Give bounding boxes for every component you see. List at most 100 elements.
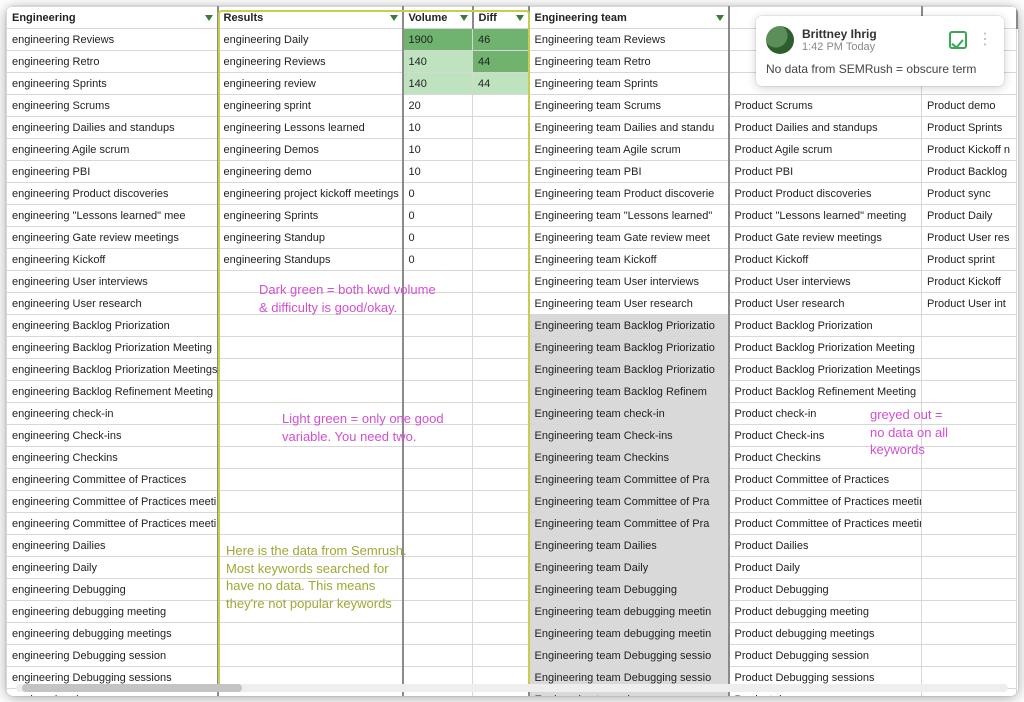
cell[interactable] xyxy=(473,601,529,623)
cell[interactable]: Engineering team Gate review meet xyxy=(529,227,729,249)
cell[interactable]: Product Committee of Practices meetings xyxy=(729,513,922,535)
cell[interactable] xyxy=(473,95,529,117)
cell[interactable]: Engineering team User interviews xyxy=(529,271,729,293)
cell[interactable]: Engineering team Dailies and standu xyxy=(529,117,729,139)
cell[interactable]: 0 xyxy=(403,249,473,271)
cell[interactable]: engineering Retro xyxy=(7,51,218,73)
table-row[interactable]: engineering check-inEngineering team che… xyxy=(7,403,1017,425)
cell[interactable] xyxy=(403,491,473,513)
cell[interactable]: Product "Lessons learned" meeting xyxy=(729,205,922,227)
cell[interactable]: Product Backlog Priorization Meetings xyxy=(729,359,922,381)
table-row[interactable]: engineering Kickoffengineering Standups0… xyxy=(7,249,1017,271)
cell[interactable]: Product Committee of Practices meeting xyxy=(729,491,922,513)
cell[interactable] xyxy=(922,337,1017,359)
filter-icon[interactable] xyxy=(205,15,213,21)
cell[interactable]: 0 xyxy=(403,205,473,227)
cell[interactable]: Product Product discoveries xyxy=(729,183,922,205)
cell[interactable] xyxy=(922,403,1017,425)
cell[interactable] xyxy=(473,161,529,183)
cell[interactable]: engineering Backlog Priorization Meeting xyxy=(7,337,218,359)
cell[interactable]: Engineering team Daily xyxy=(529,557,729,579)
cell[interactable] xyxy=(922,381,1017,403)
cell[interactable]: Product Daily xyxy=(922,205,1017,227)
cell[interactable]: engineering Debugging xyxy=(7,579,218,601)
cell[interactable]: Product Debugging session xyxy=(729,645,922,667)
cell[interactable]: Engineering team Dailies xyxy=(529,535,729,557)
cell[interactable]: engineering check-in xyxy=(7,403,218,425)
cell[interactable]: Product debugging meetings xyxy=(729,623,922,645)
cell[interactable]: Engineering team Reviews xyxy=(529,29,729,51)
table-row[interactable]: engineering DailyEngineering team DailyP… xyxy=(7,557,1017,579)
cell[interactable] xyxy=(922,315,1017,337)
cell[interactable] xyxy=(218,469,403,491)
comment-card[interactable]: Brittney Ihrig 1:42 PM Today ⋮ No data f… xyxy=(756,16,1004,86)
cell[interactable] xyxy=(473,139,529,161)
cell[interactable]: engineering Checkins xyxy=(7,447,218,469)
cell[interactable]: engineering Demos xyxy=(218,139,403,161)
cell[interactable] xyxy=(218,293,403,315)
cell[interactable] xyxy=(473,227,529,249)
cell[interactable] xyxy=(922,535,1017,557)
cell[interactable] xyxy=(403,403,473,425)
cell[interactable]: Product User interviews xyxy=(729,271,922,293)
cell[interactable]: Product demo xyxy=(922,95,1017,117)
cell[interactable]: Engineering team Backlog Priorizatio xyxy=(529,315,729,337)
cell[interactable]: Engineering team User research xyxy=(529,293,729,315)
cell[interactable]: engineering Reviews xyxy=(7,29,218,51)
cell[interactable]: Product User research xyxy=(729,293,922,315)
cell[interactable]: engineering Committee of Practices meeti… xyxy=(7,491,218,513)
cell[interactable]: engineering Sprints xyxy=(7,73,218,95)
cell[interactable]: engineering Dailies and standups xyxy=(7,117,218,139)
cell[interactable] xyxy=(218,447,403,469)
cell[interactable] xyxy=(218,623,403,645)
cell[interactable]: engineering Backlog Priorization xyxy=(7,315,218,337)
cell[interactable]: Product User res xyxy=(922,227,1017,249)
cell[interactable]: Product Dailies xyxy=(729,535,922,557)
cell[interactable] xyxy=(218,359,403,381)
cell[interactable]: engineering Check-ins xyxy=(7,425,218,447)
cell[interactable] xyxy=(218,271,403,293)
cell[interactable]: engineering User research xyxy=(7,293,218,315)
table-row[interactable]: engineering debugging meetingsEngineerin… xyxy=(7,623,1017,645)
filter-icon[interactable] xyxy=(460,15,468,21)
cell[interactable]: 10 xyxy=(403,139,473,161)
spreadsheet[interactable]: Engineering Results Volume Diff Engineer… xyxy=(6,6,1018,696)
cell[interactable] xyxy=(473,447,529,469)
cell[interactable]: 140 xyxy=(403,51,473,73)
cell[interactable]: 140 xyxy=(403,73,473,95)
scrollbar-thumb[interactable] xyxy=(22,684,242,692)
cell[interactable] xyxy=(218,337,403,359)
cell[interactable] xyxy=(922,601,1017,623)
cell[interactable] xyxy=(922,513,1017,535)
cell[interactable]: Engineering team Backlog Priorizatio xyxy=(529,359,729,381)
cell[interactable] xyxy=(473,535,529,557)
cell[interactable] xyxy=(403,535,473,557)
cell[interactable]: Product Daily xyxy=(729,557,922,579)
cell[interactable]: Engineering team Kickoff xyxy=(529,249,729,271)
table-row[interactable]: engineering Check-insEngineering team Ch… xyxy=(7,425,1017,447)
table-row[interactable]: engineering PBIengineering demo10Enginee… xyxy=(7,161,1017,183)
cell[interactable] xyxy=(218,315,403,337)
cell[interactable]: engineering Gate review meetings xyxy=(7,227,218,249)
cell[interactable] xyxy=(473,579,529,601)
cell[interactable] xyxy=(218,645,403,667)
cell[interactable]: Engineering team Product discoverie xyxy=(529,183,729,205)
cell[interactable]: 1900 xyxy=(403,29,473,51)
cell[interactable] xyxy=(403,293,473,315)
cell[interactable] xyxy=(218,557,403,579)
cell[interactable]: engineering Reviews xyxy=(218,51,403,73)
cell[interactable] xyxy=(922,425,1017,447)
cell[interactable]: Product Dailies and standups xyxy=(729,117,922,139)
cell[interactable] xyxy=(922,579,1017,601)
table-row[interactable]: engineering debugging meetingEngineering… xyxy=(7,601,1017,623)
cell[interactable] xyxy=(473,513,529,535)
cell[interactable]: Product Sprints xyxy=(922,117,1017,139)
cell[interactable]: Product Committee of Practices xyxy=(729,469,922,491)
cell[interactable]: engineering Backlog Priorization Meeting… xyxy=(7,359,218,381)
cell[interactable]: Product Kickoff n xyxy=(922,139,1017,161)
table-row[interactable]: engineering Gate review meetingsengineer… xyxy=(7,227,1017,249)
cell[interactable] xyxy=(218,535,403,557)
cell[interactable]: Engineering team Retro xyxy=(529,51,729,73)
filter-icon[interactable] xyxy=(716,15,724,21)
cell[interactable] xyxy=(922,469,1017,491)
